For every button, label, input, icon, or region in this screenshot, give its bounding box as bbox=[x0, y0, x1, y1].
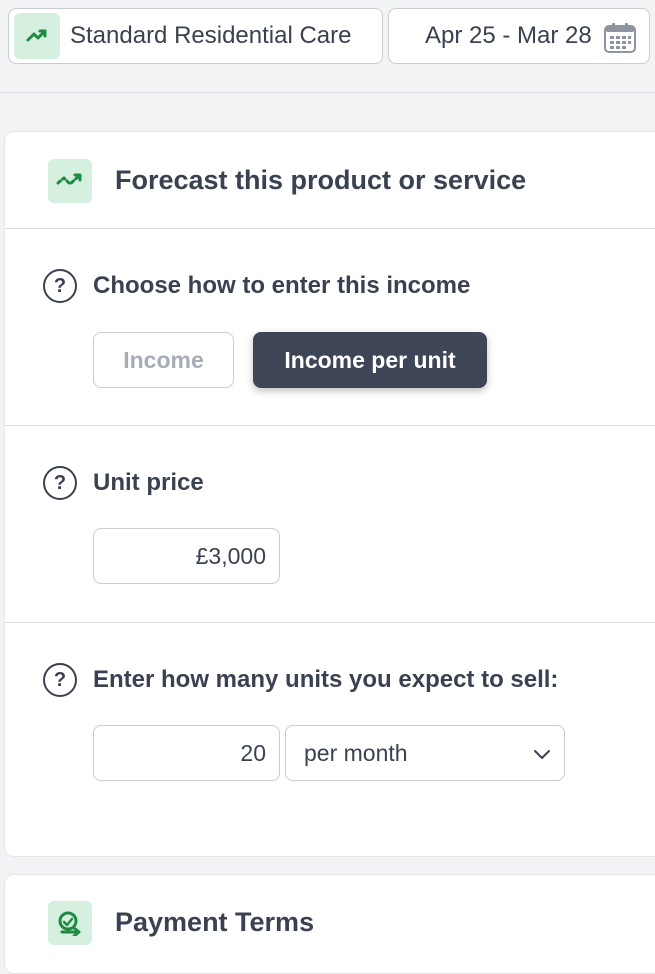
payment-terms-icon bbox=[48, 901, 92, 945]
entry-method-label: Choose how to enter this income bbox=[93, 272, 471, 299]
help-icon[interactable]: ? bbox=[43, 269, 77, 303]
date-range-label: Apr 25 - Mar 28 bbox=[425, 22, 592, 49]
forecast-trend-icon bbox=[48, 159, 92, 203]
forecast-card-title: Forecast this product or service bbox=[115, 165, 527, 195]
forecast-card: Forecast this product or service ? Choos… bbox=[4, 131, 655, 857]
units-section: ? Enter how many units you expect to sel… bbox=[5, 623, 655, 858]
payment-terms-title: Payment Terms bbox=[115, 907, 315, 937]
income-per-unit-option-button[interactable]: Income per unit bbox=[253, 332, 487, 388]
payment-terms-card: Payment Terms bbox=[4, 874, 655, 974]
units-period-value: per month bbox=[304, 739, 408, 766]
units-label: Enter how many units you expect to sell: bbox=[93, 666, 559, 693]
help-icon[interactable]: ? bbox=[43, 663, 77, 697]
top-bar: Standard Residential Care Apr 25 - Mar 2… bbox=[0, 0, 655, 93]
income-option-button[interactable]: Income bbox=[93, 332, 234, 388]
calendar-icon bbox=[603, 22, 637, 59]
product-label: Standard Residential Care bbox=[70, 22, 352, 49]
product-selector[interactable]: Standard Residential Care bbox=[8, 8, 383, 64]
trend-up-icon bbox=[14, 13, 60, 59]
units-period-select[interactable]: per month bbox=[285, 725, 565, 781]
date-range-selector[interactable]: Apr 25 - Mar 28 bbox=[388, 8, 650, 64]
chevron-down-icon bbox=[532, 743, 552, 770]
help-icon[interactable]: ? bbox=[43, 466, 77, 500]
unit-price-label: Unit price bbox=[93, 469, 204, 496]
units-quantity-input[interactable]: 20 bbox=[93, 725, 280, 781]
forecast-card-header: Forecast this product or service bbox=[5, 132, 655, 229]
unit-price-input[interactable]: £3,000 bbox=[93, 528, 280, 584]
unit-price-section: ? Unit price £3,000 bbox=[5, 426, 655, 623]
entry-method-section: ? Choose how to enter this income Income… bbox=[5, 229, 655, 426]
